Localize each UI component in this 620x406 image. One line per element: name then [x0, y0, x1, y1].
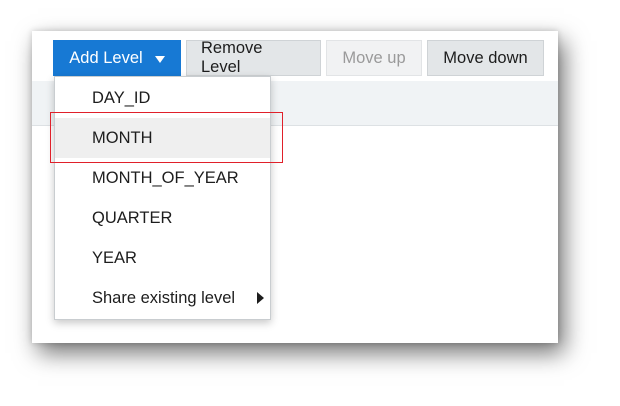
remove-level-label: Remove Level: [201, 39, 263, 76]
move-down-label: Move down: [443, 48, 528, 67]
menu-item-quarter[interactable]: QUARTER: [55, 198, 270, 238]
chevron-right-icon: [257, 292, 264, 304]
menu-item-label: MONTH_OF_YEAR: [92, 168, 239, 187]
move-down-button[interactable]: Move down: [427, 40, 544, 76]
add-level-button[interactable]: Add Level: [53, 40, 181, 76]
level-toolbar: Add Level Remove Level Move up Move down: [53, 39, 544, 76]
menu-item-share-existing-level[interactable]: Share existing level: [55, 278, 270, 318]
caret-down-icon: [154, 55, 165, 63]
menu-item-month-of-year[interactable]: MONTH_OF_YEAR: [55, 158, 270, 198]
move-up-label: Move up: [342, 48, 406, 67]
menu-item-label: DAY_ID: [92, 88, 151, 107]
add-level-dropdown-menu: DAY_ID MONTH MONTH_OF_YEAR QUARTER YEAR …: [54, 76, 271, 320]
screenshot-stage: Add Level Remove Level Move up Move down…: [0, 0, 620, 406]
move-up-button[interactable]: Move up: [326, 40, 422, 76]
menu-item-label: MONTH: [92, 128, 153, 147]
level-editor-panel: Add Level Remove Level Move up Move down…: [32, 31, 558, 343]
menu-item-day-id[interactable]: DAY_ID: [55, 78, 270, 118]
menu-item-label: QUARTER: [92, 208, 173, 227]
menu-item-year[interactable]: YEAR: [55, 238, 270, 278]
menu-item-label: YEAR: [92, 248, 137, 267]
remove-level-button[interactable]: Remove Level: [186, 39, 321, 76]
menu-item-month[interactable]: MONTH: [55, 118, 270, 158]
menu-item-label: Share existing level: [92, 288, 236, 307]
add-level-label: Add Level: [69, 48, 143, 67]
